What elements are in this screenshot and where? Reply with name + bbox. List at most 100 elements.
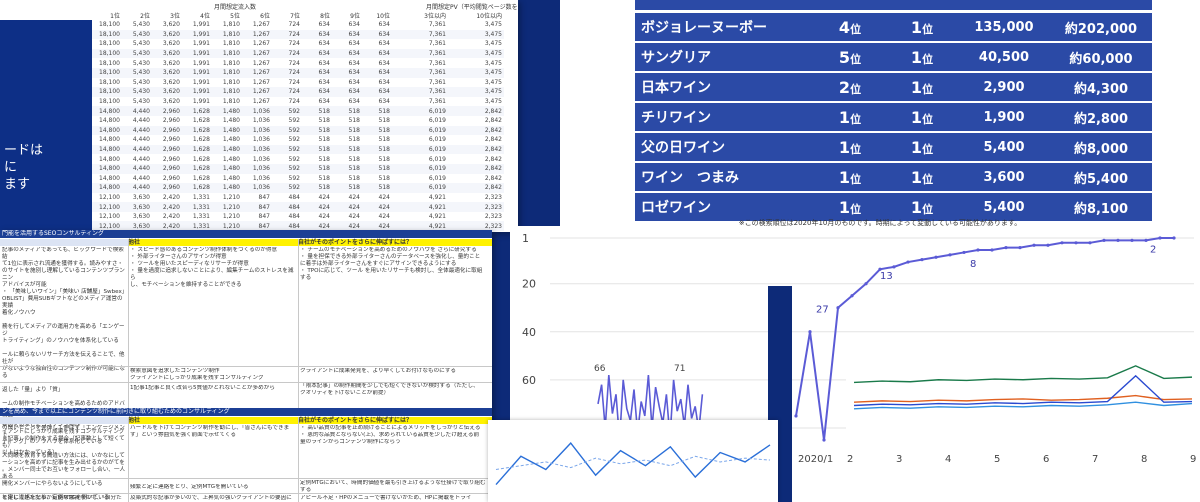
rank-point [948, 253, 952, 257]
rank-point [892, 265, 896, 269]
sheet-cell: 484 [288, 193, 300, 201]
sheet-side-text: ードは に ます [4, 142, 43, 193]
doc-row3-mid: 1記事1記事と良く改合ら5質値がとれないことが多めから [130, 385, 275, 391]
rank-unit: 位 [922, 82, 934, 96]
sheet-cell: 1,480 [222, 117, 240, 125]
ranking-after-rank: 1位 [886, 13, 958, 43]
sheet-cell: 5,430 [122, 87, 152, 97]
ranking-estimated-pv: 約8,000 [1050, 133, 1152, 163]
table-row: 14,800 4,440 2,960 1,628 1,480 1,036 592 518 518… [92, 135, 504, 145]
doc-row2-mid-b: クライアントにしっかり成果を残すコンサルティング [130, 375, 264, 381]
doc-row2-right: クライアントに成果発見を、より早くしてお付けなものにする [300, 368, 457, 374]
doc-colhead-blank-2 [0, 417, 128, 424]
sheet-cell: 1,628 [192, 136, 210, 144]
mini-series-line [495, 442, 771, 486]
sheet-cell: 424 [362, 202, 392, 212]
rank-unit: 位 [922, 22, 934, 36]
sheet-cell: 724 [272, 29, 302, 40]
sheet-cell: 1,628 [182, 183, 212, 193]
ranking-search-volume: 135,000 [958, 13, 1050, 43]
doc-line: し、モチベーションを維持することができる [130, 282, 242, 288]
doc-sec2-right-b: ・ 恵的な品質とならない(上)、求められている品質を少しだけ超える前 [300, 432, 480, 438]
doc-divider [0, 493, 492, 494]
point-label: 8 [970, 259, 976, 270]
sheet-cell: 3,630 [122, 202, 152, 212]
sheet-cell: 1,628 [182, 144, 212, 155]
sheet-cell: 484 [288, 213, 300, 221]
doc-line: ・ 量を担保できる外部ライターさんのデータベースを強化し、量的こと [300, 254, 481, 260]
sheet-cell: 518 [362, 106, 392, 116]
rank-point [976, 248, 980, 252]
doc-line: ールに頼らないリサーチ方法を伝えることで、他社が [2, 352, 125, 365]
table-row: 14,800 4,440 2,960 1,628 1,480 1,036 592 518 518… [92, 154, 504, 164]
sheet-cell: 518 [362, 125, 392, 136]
doc-line: ・ ツールを用いたスピーディなリサーチが得意 [130, 261, 249, 267]
ranking-before-rank: 1位 [814, 163, 886, 193]
sheet-cell: 634 [348, 98, 360, 106]
sheet-cell: 4,440 [122, 125, 152, 136]
ranking-keyword: チリワイン [635, 103, 814, 133]
sheet-cell: 5,430 [122, 29, 152, 40]
rank-unit: 位 [922, 172, 934, 186]
sheet-cell: 5,430 [132, 40, 150, 48]
sheet-cell: 518 [302, 144, 332, 155]
sheet-cell: 592 [272, 144, 302, 155]
sheet-cell: 3,475 [484, 98, 502, 106]
sheet-cell: 518 [332, 125, 362, 136]
sheet-cell: 2,960 [162, 136, 180, 144]
ranking-search-volume: 3,600 [958, 163, 1050, 193]
doc-middle-column: ・ スピード感のあるコンテンツ制作体制をつくるのが得意・ 外部ライターさんのアサ… [130, 247, 296, 289]
sheet-cell: 518 [318, 136, 330, 144]
sheet-column-header: 4位 [200, 13, 210, 20]
sheet-cell: 14,800 [99, 136, 120, 144]
x-tick-label: 4 [945, 454, 951, 465]
sheet-cell: 424 [348, 213, 360, 221]
sheet-cell: 634 [302, 29, 332, 40]
sheet-cell: 18,100 [92, 87, 122, 97]
sheet-cell: 18,100 [92, 29, 122, 40]
rank-unit: 位 [850, 82, 862, 96]
sheet-cell: 1,991 [192, 78, 210, 86]
doc-sec2-right-c: 量のラインからコンテンツ制作にならう [300, 439, 401, 445]
sheet-cell: 1,036 [252, 136, 270, 144]
doc-line: ・ チームのモチベーションを高めるためのノウハウを さらに研究する [300, 247, 477, 253]
sheet-cell: 518 [362, 144, 392, 155]
sheet-cell: 6,019 [428, 155, 446, 163]
ranking-row: ボジョレーヌーボー 4位 1位 135,000 約202,000 [635, 13, 1152, 43]
sheet-cell: 634 [302, 67, 332, 78]
sheet-cell: 592 [288, 117, 300, 125]
sheet-cell: 518 [348, 117, 360, 125]
sheet-header-pv: 月間想定PV（平均閲覧ページ数を2と推測） [426, 4, 518, 11]
sheet-cell: 14,800 [99, 155, 120, 163]
sheet-cell: 2,420 [162, 193, 180, 201]
sheet-cell: 1,267 [252, 40, 270, 48]
trend-chart-svg [853, 365, 1193, 410]
doc-sec2-mid2: 頻繁と定に連絡をとり、定例MTGを開いている [130, 484, 249, 490]
table-row: 18,100 5,430 3,620 1,991 1,810 1,267 724 634 634… [92, 39, 504, 49]
ranking-keyword: 父の日ワイン [635, 133, 814, 163]
doc-row3-right-a: 「限本記事」の制作期間を少しでも短くできないか検討する（ただし、 [300, 383, 479, 389]
rank-point [808, 330, 812, 334]
ranking-row: ワイン つまみ 1位 1位 3,600 約5,400 [635, 163, 1152, 193]
rank-unit: 位 [850, 172, 862, 186]
sheet-cell: 518 [378, 117, 390, 125]
sheet-cell: 724 [272, 48, 302, 59]
sheet-cell: 634 [362, 87, 392, 97]
doc-line: する [300, 275, 312, 281]
sheet-cell: 1,810 [212, 29, 242, 40]
sheet-cell: 1,991 [192, 40, 210, 48]
rank-unit: 位 [922, 52, 934, 66]
sheet-cell: 634 [302, 87, 332, 97]
doc-sec2-right2-a: 定例MTGにおいて、時間的価値を最も引き上げるような仕掛けで取り組む [300, 480, 486, 486]
sheet-cell: 1,628 [182, 125, 212, 136]
ranking-before-rank: 2位 [814, 73, 886, 103]
doc-line: 開化メンバーにやらないようにしている [2, 481, 103, 487]
rank-unit: 位 [850, 22, 862, 36]
sheet-cell: 518 [302, 163, 332, 174]
sheet-cell: 1,036 [242, 183, 272, 193]
sheet-cell: 6,019 [392, 163, 448, 174]
doc-line: 着化ノウハウ [2, 310, 36, 316]
sheet-cell: 1,628 [192, 117, 210, 125]
sheet-cell: 14,800 [92, 183, 122, 193]
sheet-cell: 6,019 [428, 136, 446, 144]
